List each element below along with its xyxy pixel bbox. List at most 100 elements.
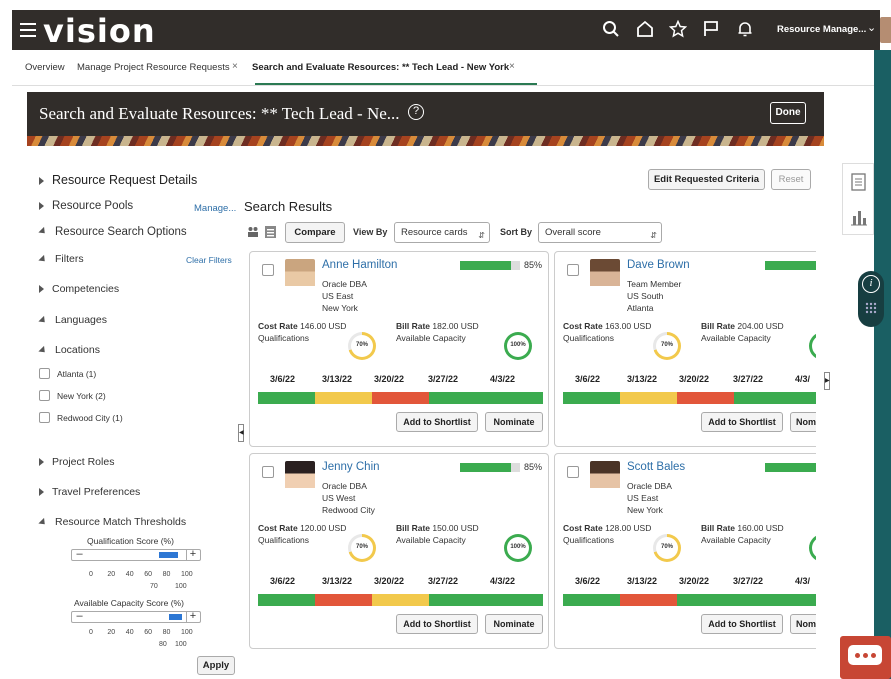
side-toolbar	[842, 163, 874, 235]
select-checkbox[interactable]	[567, 466, 579, 478]
availability-segment	[372, 392, 429, 404]
chevron-down-icon[interactable]: ⌄	[867, 21, 876, 34]
timeline-date: 3/27/22	[733, 374, 764, 384]
avatar[interactable]	[880, 17, 891, 43]
bill-rate: Bill Rate 160.00 USD	[701, 523, 784, 533]
overall-score-bar	[460, 261, 520, 270]
nominate-button[interactable]: Nominate	[485, 614, 543, 634]
cost-rate-label: Cost Rate	[563, 321, 603, 331]
resource-name-link[interactable]: Jenny Chin	[322, 461, 380, 473]
resource-card[interactable]: Anne Hamilton Oracle DBA US East New Yor…	[249, 251, 549, 447]
overall-score-bar	[765, 463, 816, 472]
qualifications-gauge: 70%	[348, 534, 376, 562]
resource-card[interactable]: Dave Brown Team Member US South Atlanta …	[554, 251, 816, 447]
capacity-gauge	[809, 534, 816, 562]
bill-rate-value: 182.00 USD	[432, 321, 479, 331]
bill-rate-label: Bill Rate	[701, 321, 736, 331]
availability-segment	[791, 594, 816, 606]
overall-score-bar	[765, 261, 816, 270]
resource-card[interactable]: Scott Bales Oracle DBA US East New York …	[554, 453, 816, 649]
resource-name-link[interactable]: Anne Hamilton	[322, 259, 397, 271]
resource-title: Oracle DBA	[627, 481, 672, 491]
cost-rate-value: 120.00 USD	[300, 523, 347, 533]
timeline-date: 3/13/22	[627, 374, 658, 384]
add-to-shortlist-button[interactable]: Add to Shortlist	[396, 412, 478, 432]
info-icon[interactable]: i	[862, 275, 880, 293]
timeline-date: 3/20/22	[679, 576, 710, 586]
qualifications-value: 70%	[355, 544, 368, 550]
resource-city: New York	[322, 303, 358, 313]
resource-photo	[285, 461, 315, 497]
resource-city: New York	[627, 505, 663, 515]
resource-region: US East	[322, 291, 354, 301]
availability-segment	[563, 392, 620, 404]
availability-segment	[429, 594, 486, 606]
bill-rate: Bill Rate 204.00 USD	[701, 321, 784, 331]
info-panel-toggle[interactable]: i	[858, 271, 884, 327]
timeline-date: 3/6/22	[270, 576, 296, 586]
grid-dots-icon[interactable]	[865, 302, 877, 314]
timeline-date: 3/6/22	[575, 374, 601, 384]
resource-region: US South	[627, 291, 664, 301]
bar-chart-icon[interactable]	[850, 208, 868, 226]
resource-title: Oracle DBA	[322, 279, 367, 289]
availability-segment	[734, 594, 791, 606]
qualifications-gauge: 70%	[653, 332, 681, 360]
timeline-date: 3/6/22	[575, 576, 601, 586]
availability-segment	[563, 594, 620, 606]
nominate-button[interactable]: Nom	[790, 412, 816, 432]
availability-timeline	[563, 392, 816, 404]
add-to-shortlist-button[interactable]: Add to Shortlist	[396, 614, 478, 634]
nominate-button[interactable]: Nom	[790, 614, 816, 634]
resource-name-link[interactable]: Dave Brown	[627, 259, 690, 271]
timeline-date: 3/27/22	[733, 576, 764, 586]
timeline-date: 3/20/22	[374, 374, 405, 384]
add-to-shortlist-button[interactable]: Add to Shortlist	[701, 614, 783, 634]
document-icon[interactable]	[851, 173, 866, 191]
resource-title: Oracle DBA	[322, 481, 367, 491]
scroll-right-handle[interactable]: ▶	[824, 372, 830, 390]
cost-rate-label: Cost Rate	[258, 321, 298, 331]
bill-rate-value: 160.00 USD	[737, 523, 784, 533]
gauge-hole	[812, 335, 816, 357]
availability-timeline	[258, 594, 543, 606]
availability-segment	[677, 594, 734, 606]
bill-rate: Bill Rate 150.00 USD	[396, 523, 479, 533]
add-to-shortlist-button[interactable]: Add to Shortlist	[701, 412, 783, 432]
cost-rate-value: 163.00 USD	[605, 321, 652, 331]
availability-segment	[791, 392, 816, 404]
bill-rate-label: Bill Rate	[396, 523, 431, 533]
cost-rate-value: 146.00 USD	[300, 321, 347, 331]
availability-segment	[258, 594, 315, 606]
cost-rate: Cost Rate 146.00 USD	[258, 321, 346, 331]
overall-score-fill	[765, 261, 816, 270]
resource-photo	[590, 259, 620, 295]
resource-card[interactable]: Jenny Chin Oracle DBA US West Redwood Ci…	[249, 453, 549, 649]
resource-region: US East	[627, 493, 659, 503]
timeline-date: 4/3/	[795, 374, 811, 384]
timeline-date: 3/20/22	[374, 576, 405, 586]
cost-rate: Cost Rate 163.00 USD	[563, 321, 651, 331]
availability-timeline	[563, 594, 816, 606]
select-checkbox[interactable]	[567, 264, 579, 276]
resource-photo	[285, 259, 315, 295]
capacity-gauge: 100%	[504, 332, 532, 360]
select-checkbox[interactable]	[262, 264, 274, 276]
resource-region: US West	[322, 493, 356, 503]
nominate-button[interactable]: Nominate	[485, 412, 543, 432]
capacity-value: 100%	[510, 544, 526, 550]
availability-segment	[677, 392, 734, 404]
qualifications-value: 70%	[660, 544, 673, 550]
available-capacity-label: Available Capacity	[396, 535, 466, 545]
resource-name-link[interactable]: Scott Bales	[627, 461, 685, 473]
availability-segment	[429, 392, 486, 404]
availability-segment	[620, 392, 677, 404]
chat-button[interactable]	[840, 636, 891, 679]
availability-segment	[620, 594, 677, 606]
app-frame: { "app": {"logo":"vision","user_label":"…	[0, 0, 891, 679]
select-checkbox[interactable]	[262, 466, 274, 478]
availability-segment	[486, 392, 543, 404]
timeline-date: 3/27/22	[428, 576, 459, 586]
availability-segment	[315, 392, 372, 404]
qualifications-label: Qualifications	[563, 333, 615, 343]
